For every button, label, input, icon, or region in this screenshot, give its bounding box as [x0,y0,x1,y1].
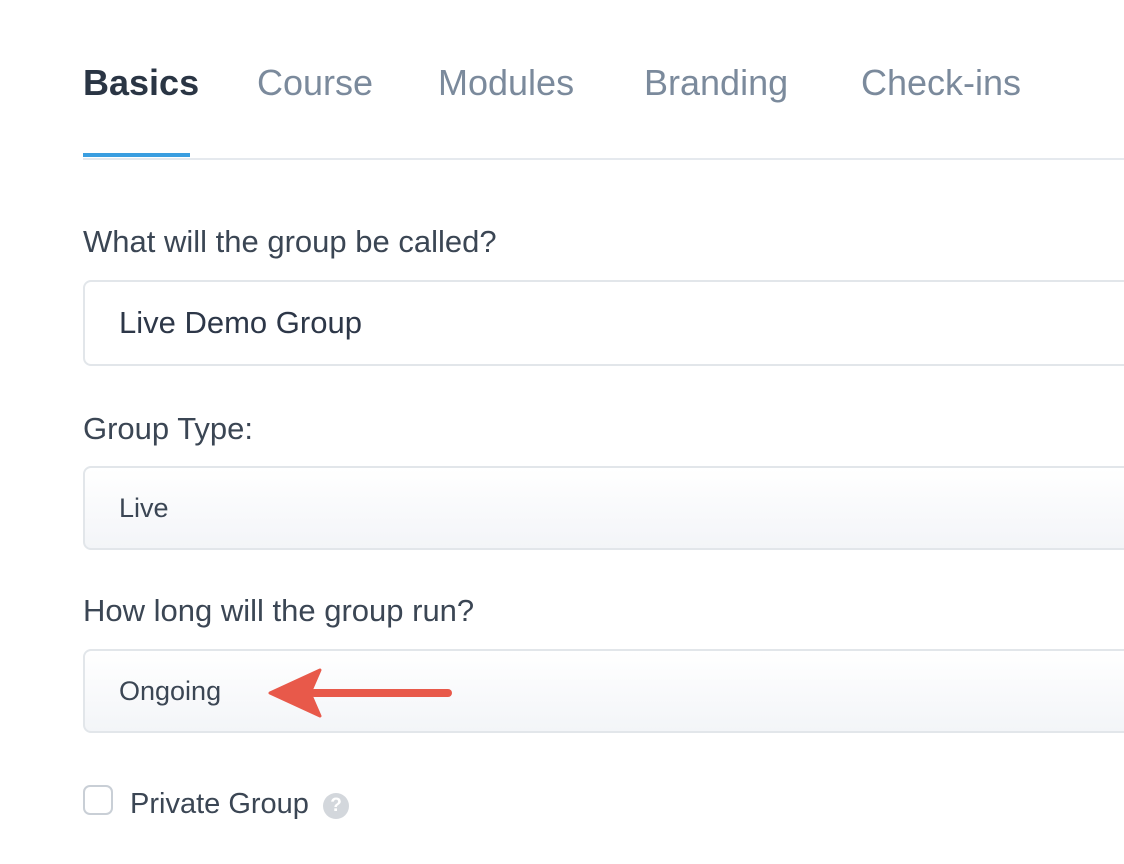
group-name-label: What will the group be called? [83,224,497,259]
tab-check-ins[interactable]: Check-ins [861,58,1021,108]
group-duration-value: Ongoing [119,676,222,706]
group-type-select[interactable]: Live [83,466,1124,550]
annotation-arrow-icon [268,668,452,718]
group-type-value: Live [119,493,169,523]
active-tab-indicator [83,153,190,157]
private-group-label[interactable]: Private Group [130,784,309,824]
private-group-checkbox[interactable] [83,785,113,815]
group-duration-select[interactable]: Ongoing [83,649,1124,733]
tab-branding[interactable]: Branding [644,58,788,108]
group-duration-label: How long will the group run? [83,593,475,628]
group-settings-page: Basics Course Modules Branding Check-ins… [0,0,1124,864]
tab-course[interactable]: Course [257,58,373,108]
group-type-label: Group Type: [83,411,254,446]
tab-basics[interactable]: Basics [83,58,199,108]
tab-bar: Basics Course Modules Branding Check-ins [83,0,1124,160]
tab-modules[interactable]: Modules [438,58,574,108]
question-circle-icon[interactable]: ? [323,793,349,819]
group-name-input[interactable] [83,280,1124,366]
